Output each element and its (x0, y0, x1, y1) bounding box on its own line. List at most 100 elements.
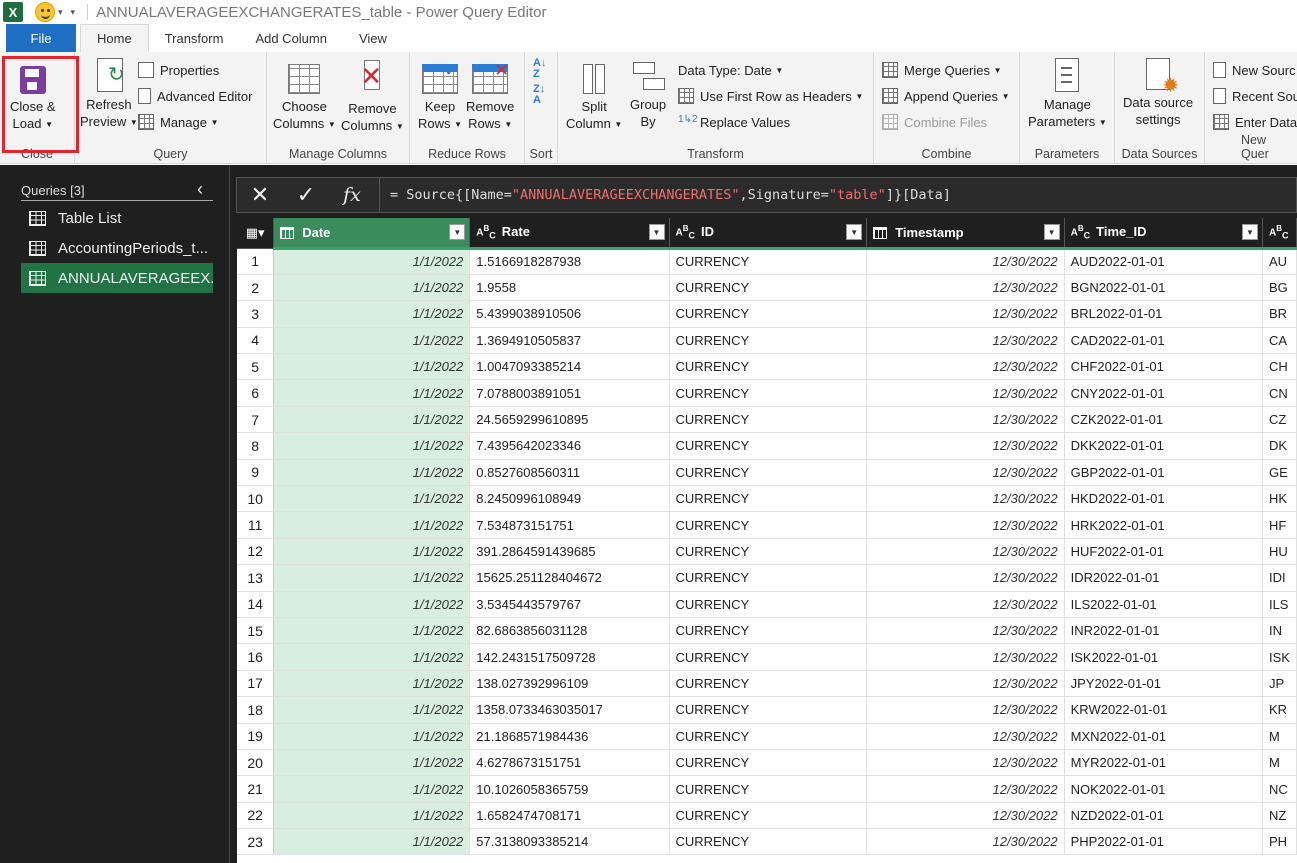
tab-transform[interactable]: Transform (149, 24, 240, 52)
row-number[interactable]: 5 (237, 353, 275, 381)
cell-rate[interactable]: 1.6582474708171 (469, 802, 670, 830)
cell-id[interactable]: CURRENCY (669, 564, 868, 592)
cell-date[interactable]: 1/1/2022 (273, 564, 471, 592)
cell-timestamp[interactable]: 12/30/2022 (866, 300, 1065, 328)
cell-partial[interactable]: IN (1262, 617, 1297, 645)
cell-id[interactable]: CURRENCY (669, 696, 868, 724)
tab-view[interactable]: View (343, 24, 403, 52)
cell-rate[interactable]: 1.3694910505837 (469, 327, 670, 355)
cell-timestamp[interactable]: 12/30/2022 (866, 406, 1065, 434)
refresh-preview-button[interactable]: ↻ Refresh Preview ▼ (80, 58, 138, 131)
cell-timestamp[interactable]: 12/30/2022 (866, 538, 1065, 566)
cell-rate[interactable]: 1.0047093385214 (469, 353, 670, 381)
group-by-button[interactable]: Group By (630, 58, 666, 130)
cell-partial[interactable]: CZ (1262, 406, 1297, 434)
row-number[interactable]: 1 (237, 248, 275, 275)
row-number[interactable]: 9 (237, 459, 275, 487)
cell-partial[interactable]: HK (1262, 485, 1297, 513)
cell-partial[interactable]: CH (1262, 353, 1297, 381)
split-column-button[interactable]: Split Column ▼ (566, 58, 622, 133)
cell-partial[interactable]: HF (1262, 511, 1297, 539)
cell-timestamp[interactable]: 12/30/2022 (866, 670, 1065, 698)
cell-partial[interactable]: BG (1262, 274, 1297, 302)
cell-rate[interactable]: 82.6863856031128 (469, 617, 670, 645)
row-number[interactable]: 12 (237, 538, 275, 566)
cell-date[interactable]: 1/1/2022 (273, 432, 471, 460)
cell-partial[interactable]: BR (1262, 300, 1297, 328)
cell-partial[interactable]: HU (1262, 538, 1297, 566)
cell-id[interactable]: CURRENCY (669, 459, 868, 487)
cell-date[interactable]: 1/1/2022 (273, 591, 471, 618)
row-number[interactable]: 19 (237, 723, 275, 750)
cell-id[interactable]: CURRENCY (669, 802, 868, 830)
cell-time-id[interactable]: AUD2022-01-01 (1064, 248, 1263, 275)
row-number[interactable]: 20 (237, 749, 275, 777)
cell-rate[interactable]: 8.2450996108949 (469, 485, 670, 513)
table-menu-icon[interactable]: ▦▾ (237, 218, 275, 249)
cell-id[interactable]: CURRENCY (669, 538, 868, 566)
cancel-icon[interactable]: ✕ (237, 178, 283, 212)
cell-date[interactable]: 1/1/2022 (273, 828, 471, 856)
cell-rate[interactable]: 3.5345443579767 (469, 591, 670, 618)
choose-columns-button[interactable]: Choose Columns ▼ (273, 58, 336, 133)
cell-date[interactable]: 1/1/2022 (273, 379, 471, 407)
manage-parameters-button[interactable]: Manage Parameters ▼ (1028, 58, 1107, 131)
recent-sources-button[interactable]: Recent Sou (1213, 85, 1297, 107)
cell-time-id[interactable]: HRK2022-01-01 (1064, 511, 1263, 539)
filter-dropdown-icon[interactable]: ▼ (648, 224, 665, 240)
cell-partial[interactable]: DK (1262, 432, 1297, 460)
cell-partial[interactable]: PH (1262, 828, 1297, 856)
cell-date[interactable]: 1/1/2022 (273, 775, 471, 803)
row-number[interactable]: 7 (237, 406, 275, 434)
column-header-partial[interactable]: ABC (1262, 218, 1297, 250)
properties-button[interactable]: Properties (138, 59, 219, 81)
tab-home[interactable]: Home (80, 24, 149, 52)
cell-id[interactable]: CURRENCY (669, 511, 868, 539)
cell-timestamp[interactable]: 12/30/2022 (866, 511, 1065, 539)
cell-rate[interactable]: 15625.251128404672 (469, 564, 670, 592)
cell-time-id[interactable]: NZD2022-01-01 (1064, 802, 1263, 830)
merge-queries-button[interactable]: Merge Queries ▼ (882, 59, 1002, 81)
cell-rate[interactable]: 7.0788003891051 (469, 379, 670, 407)
fx-icon[interactable]: fx (329, 178, 375, 212)
cell-id[interactable]: CURRENCY (669, 327, 868, 355)
append-queries-button[interactable]: Append Queries ▼ (882, 85, 1010, 107)
cell-rate[interactable]: 0.8527608560311 (469, 459, 670, 487)
use-first-row-headers-button[interactable]: Use First Row as Headers ▼ (678, 85, 863, 107)
cell-rate[interactable]: 21.1868571984436 (469, 723, 670, 750)
cell-id[interactable]: CURRENCY (669, 300, 868, 328)
cell-partial[interactable]: IDI (1262, 564, 1297, 592)
cell-timestamp[interactable]: 12/30/2022 (866, 379, 1065, 407)
cell-time-id[interactable]: JPY2022-01-01 (1064, 670, 1263, 698)
cell-time-id[interactable]: INR2022-01-01 (1064, 617, 1263, 645)
cell-partial[interactable]: CN (1262, 379, 1297, 407)
row-number[interactable]: 3 (237, 300, 275, 328)
cell-id[interactable]: CURRENCY (669, 406, 868, 434)
cell-id[interactable]: CURRENCY (669, 591, 868, 618)
cell-rate[interactable]: 1.5166918287938 (469, 248, 670, 275)
cell-time-id[interactable]: KRW2022-01-01 (1064, 696, 1263, 724)
cell-time-id[interactable]: NOK2022-01-01 (1064, 775, 1263, 803)
cell-partial[interactable]: ILS (1262, 591, 1297, 618)
column-header-rate[interactable]: ABC Rate ▼ (469, 218, 670, 250)
cell-partial[interactable]: CA (1262, 327, 1297, 355)
cell-timestamp[interactable]: 12/30/2022 (866, 459, 1065, 487)
cell-timestamp[interactable]: 12/30/2022 (866, 643, 1065, 671)
cell-date[interactable]: 1/1/2022 (273, 485, 471, 513)
cell-id[interactable]: CURRENCY (669, 432, 868, 460)
cell-date[interactable]: 1/1/2022 (273, 353, 471, 381)
cell-rate[interactable]: 1.9558 (469, 274, 670, 302)
formula-input[interactable]: = Source{[Name= "ANNUALAVERAGEEXCHANGERAT… (379, 178, 1296, 212)
cell-date[interactable]: 1/1/2022 (273, 327, 471, 355)
excel-icon[interactable]: X (3, 2, 23, 22)
cell-time-id[interactable]: BRL2022-01-01 (1064, 300, 1263, 328)
cell-id[interactable]: CURRENCY (669, 379, 868, 407)
sort-ascending-button[interactable]: A↓ Z (533, 58, 546, 80)
cell-partial[interactable]: M (1262, 723, 1297, 750)
row-number[interactable]: 4 (237, 327, 275, 355)
column-header-time-id[interactable]: ABC Time_ID ▼ (1064, 218, 1263, 250)
manage-button[interactable]: Manage ▼ (138, 111, 219, 133)
cell-id[interactable]: CURRENCY (669, 828, 868, 856)
cell-partial[interactable]: AU (1262, 248, 1297, 275)
cell-id[interactable]: CURRENCY (669, 617, 868, 645)
